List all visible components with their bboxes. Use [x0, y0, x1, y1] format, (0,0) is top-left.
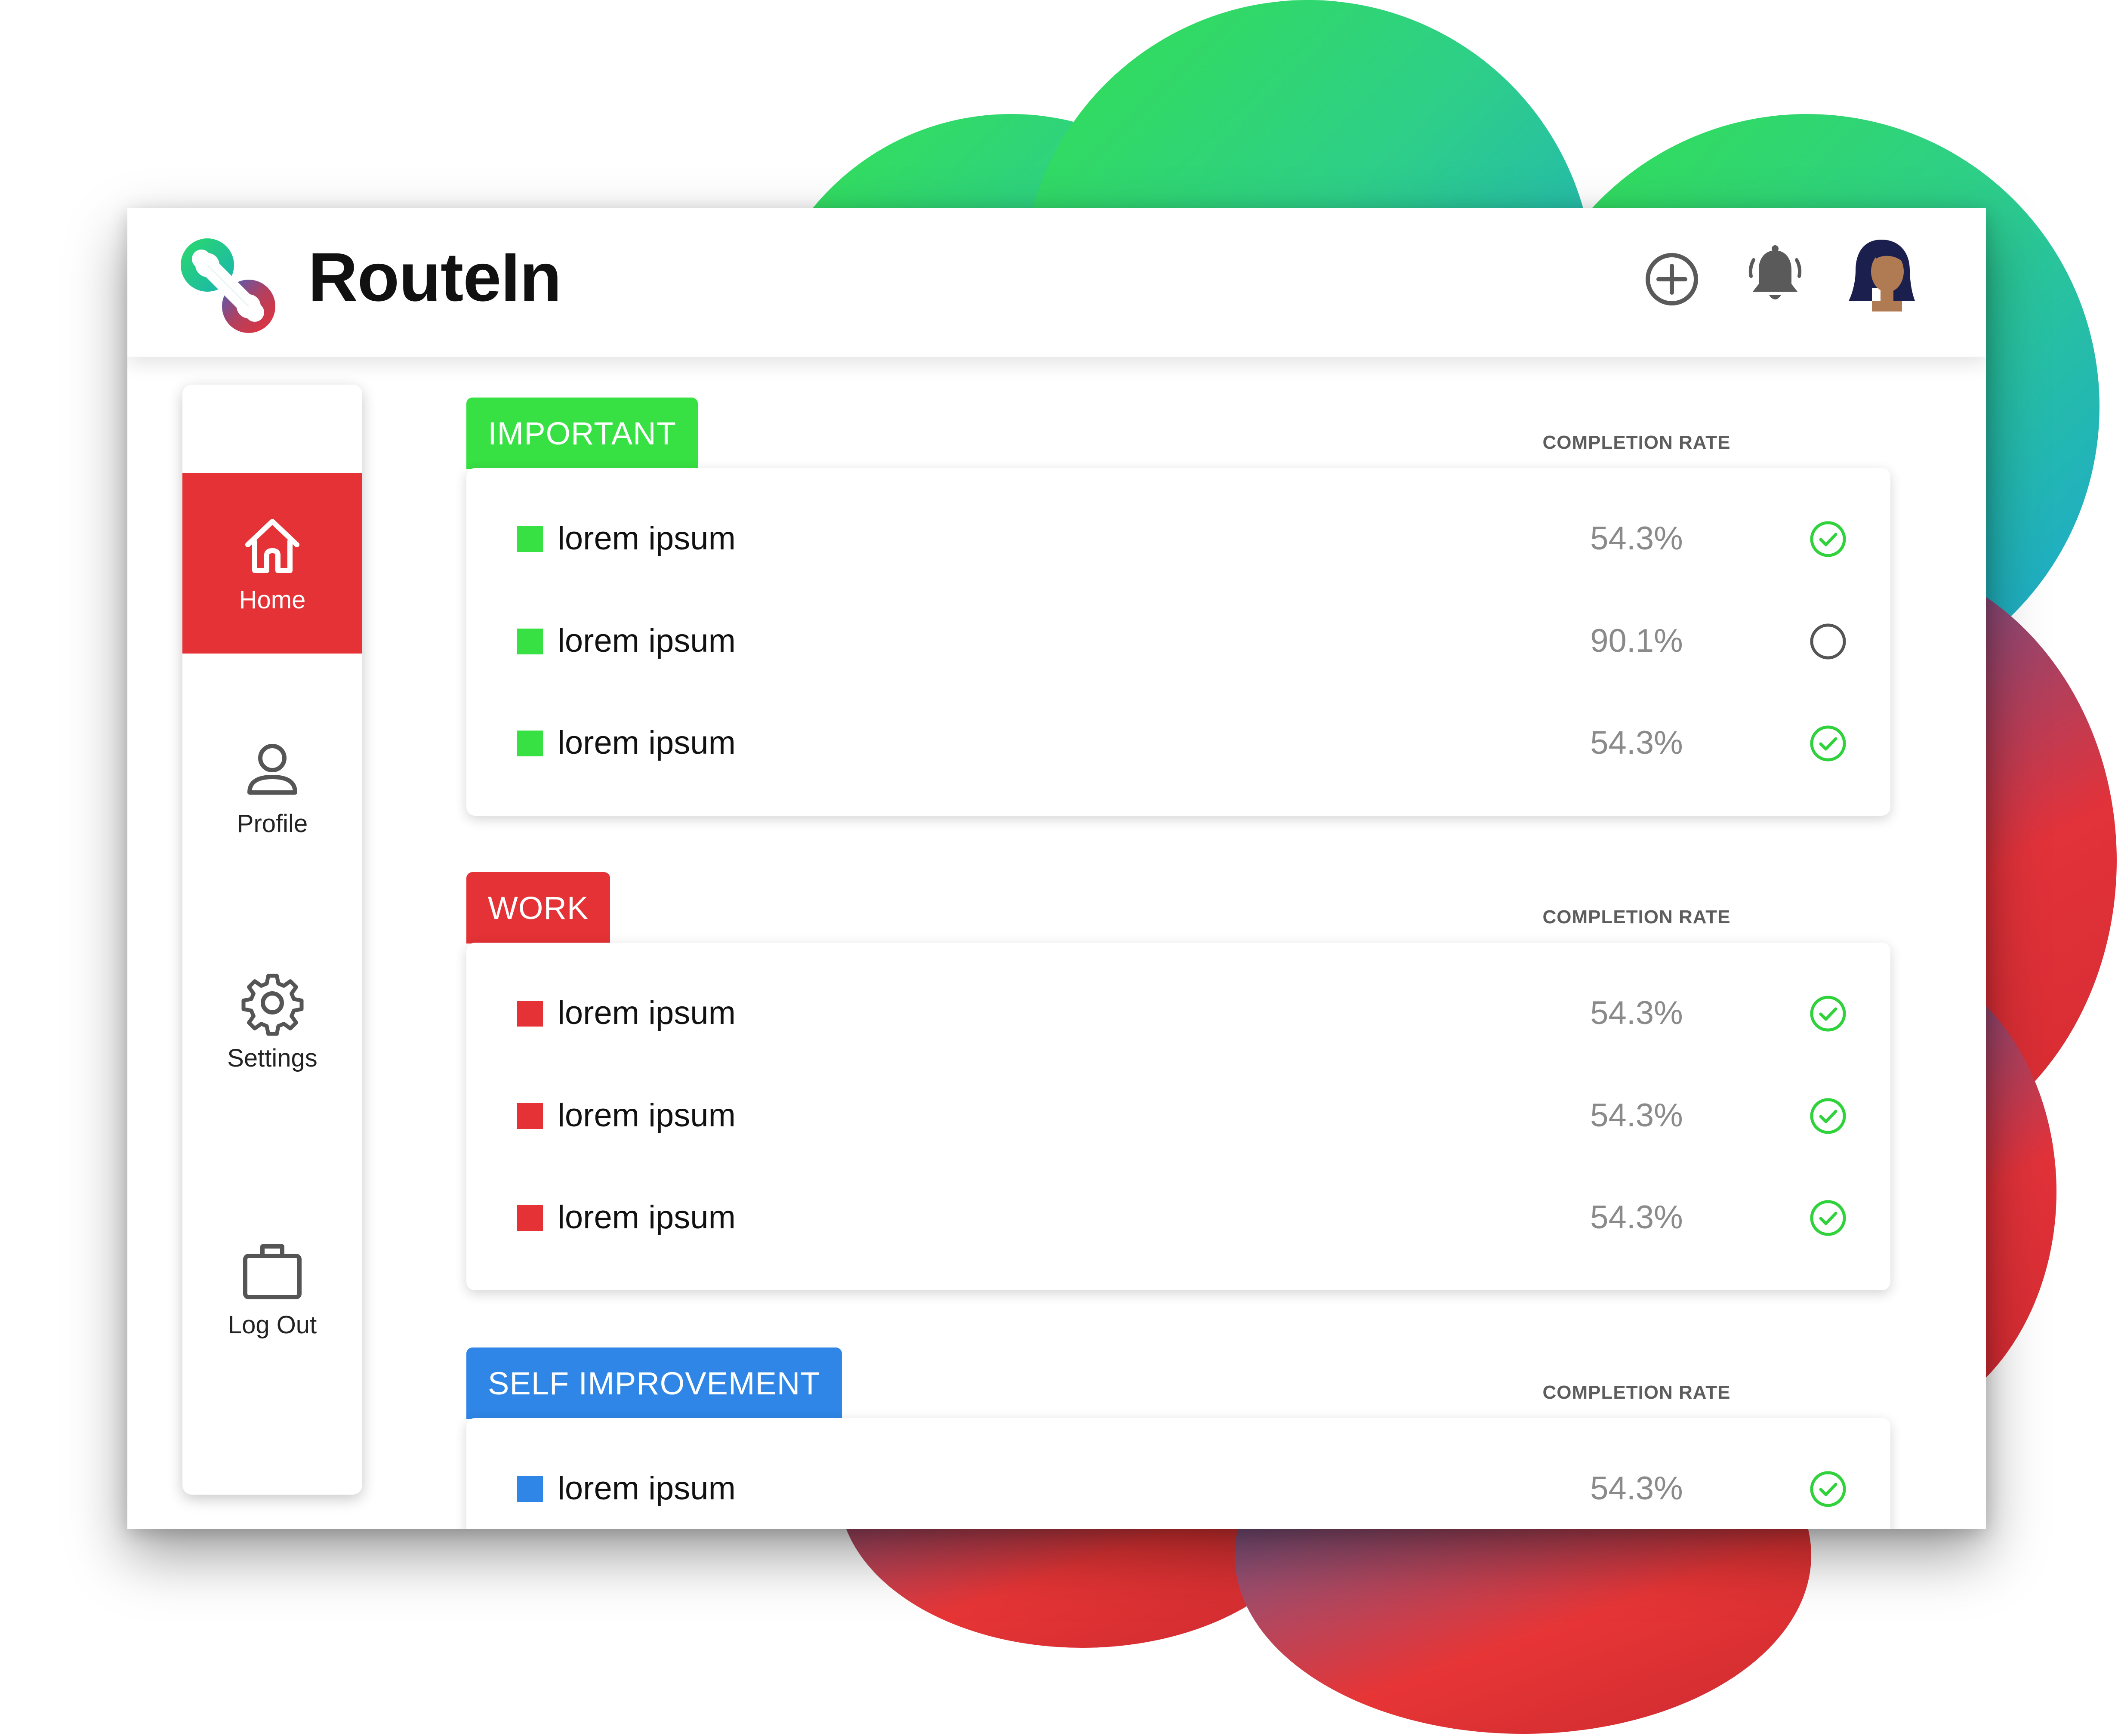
bell-icon[interactable] [1745, 243, 1805, 307]
completion-rate: 90.1% [1590, 623, 1683, 659]
avatar[interactable] [1846, 236, 1917, 311]
check-circle-icon[interactable] [1809, 724, 1847, 763]
sidebar-item-label: Settings [227, 1044, 318, 1072]
section-important: IMPORTANT COMPLETION RATE lorem ipsum 54… [466, 398, 1890, 819]
sidebar-item-label: Log Out [228, 1311, 317, 1339]
table-row[interactable]: lorem ipsum 90.1% [466, 590, 1890, 692]
app-name: RouteIn [308, 238, 561, 315]
sidebar-item-settings[interactable]: Settings [182, 931, 362, 1112]
person-icon [247, 744, 297, 795]
task-card: lorem ipsum 54.3% lorem ipsum 90.1% lore… [466, 468, 1890, 816]
completion-rate-header: COMPLETION RATE [1542, 432, 1731, 453]
task-label: lorem ipsum [558, 520, 736, 557]
check-circle-icon[interactable] [1809, 1199, 1847, 1237]
category-swatch [517, 1476, 543, 1502]
app-window: RouteIn Home Profile Settings Log Out IM… [127, 208, 1986, 1529]
section-tag: WORK [466, 872, 610, 944]
add-icon[interactable] [1644, 251, 1700, 307]
category-swatch [517, 1103, 543, 1129]
completion-rate: 54.3% [1590, 1097, 1683, 1134]
section-self-improvement: SELF IMPROVEMENT COMPLETION RATE lorem i… [466, 1347, 1890, 1529]
section-tag: SELF IMPROVEMENT [466, 1347, 842, 1419]
check-circle-icon[interactable] [1809, 1097, 1847, 1135]
section-tag: IMPORTANT [466, 398, 698, 469]
table-row[interactable]: lorem ipsum 54.3% [466, 1065, 1890, 1167]
gear-icon [241, 974, 304, 1036]
task-label: lorem ipsum [558, 1097, 736, 1134]
category-swatch [517, 629, 543, 654]
sidebar-item-profile[interactable]: Profile [182, 697, 362, 877]
sidebar-item-label: Profile [237, 810, 308, 838]
completion-rate: 54.3% [1590, 1199, 1683, 1236]
task-card: lorem ipsum 54.3% lorem ipsum 54.3% lore… [466, 943, 1890, 1290]
task-label: lorem ipsum [558, 623, 736, 659]
sidebar-item-home[interactable]: Home [182, 473, 362, 654]
category-swatch [517, 1205, 543, 1231]
completion-rate-header: COMPLETION RATE [1542, 1382, 1731, 1403]
task-label: lorem ipsum [558, 995, 736, 1031]
category-swatch [517, 526, 543, 552]
completion-rate: 54.3% [1590, 725, 1683, 761]
table-row[interactable]: lorem ipsum 54.3% [466, 962, 1890, 1064]
category-swatch [517, 731, 543, 756]
check-circle-icon[interactable] [1809, 520, 1847, 558]
category-swatch [517, 1001, 543, 1027]
completion-rate: 54.3% [1590, 1470, 1683, 1507]
completion-rate: 54.3% [1590, 995, 1683, 1031]
table-row[interactable]: lorem ipsum 54.3% [466, 1438, 1890, 1529]
table-row[interactable]: lorem ipsum 54.3% [466, 488, 1890, 590]
empty-circle-icon[interactable] [1809, 622, 1847, 661]
section-work: WORK COMPLETION RATE lorem ipsum 54.3% l… [466, 872, 1890, 1294]
task-label: lorem ipsum [558, 725, 736, 761]
completion-rate-header: COMPLETION RATE [1542, 907, 1731, 928]
briefcase-icon [243, 1244, 302, 1299]
check-circle-icon[interactable] [1809, 1470, 1847, 1508]
task-card: lorem ipsum 54.3% [466, 1418, 1890, 1529]
completion-rate: 54.3% [1590, 520, 1683, 557]
logo-icon [181, 238, 275, 333]
check-circle-icon[interactable] [1809, 994, 1847, 1033]
task-label: lorem ipsum [558, 1470, 736, 1507]
table-row[interactable]: lorem ipsum 54.3% [466, 692, 1890, 794]
home-icon [245, 519, 299, 573]
task-label: lorem ipsum [558, 1199, 736, 1236]
top-bar: RouteIn [127, 208, 1986, 357]
sidebar-item-logout[interactable]: Log Out [182, 1198, 362, 1378]
sidebar: Home Profile Settings Log Out [182, 385, 362, 1495]
table-row[interactable]: lorem ipsum 54.3% [466, 1167, 1890, 1269]
sidebar-item-label: Home [239, 586, 306, 614]
